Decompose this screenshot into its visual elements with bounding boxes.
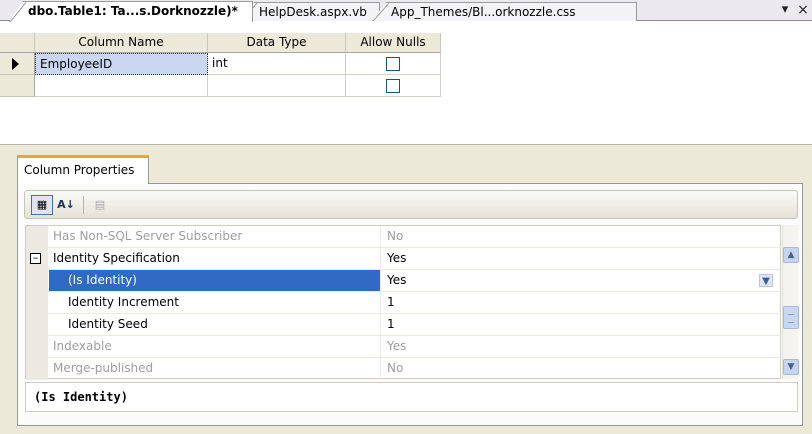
property-name: Identity Increment [49, 292, 381, 313]
tab-edge [10, 2, 26, 22]
tab-app-themes-css[interactable]: App_Themes/Bl...orknozzle.css [372, 2, 637, 21]
property-name: Has Non-SQL Server Subscriber [49, 226, 381, 247]
property-value[interactable]: Yes ▼ [383, 270, 781, 291]
alphabetical-sort-icon[interactable]: A↓ [55, 195, 77, 215]
row-margin [26, 226, 48, 248]
property-row[interactable]: Has Non-SQL Server Subscriber No [26, 226, 782, 248]
property-value[interactable]: 1 [383, 314, 781, 335]
current-row-arrow-icon [12, 58, 19, 70]
allow-nulls-cell [346, 75, 441, 97]
property-name: Merge-published [49, 358, 381, 379]
allow-nulls-checkbox[interactable] [386, 57, 400, 71]
property-name: Indexable [49, 336, 381, 357]
dropdown-arrow-icon[interactable]: ▼ [759, 274, 773, 287]
property-row[interactable]: – Identity Specification Yes [26, 248, 782, 270]
tab-helpdesk-aspx-vb[interactable]: HelpDesk.aspx.vb [240, 2, 380, 21]
property-row[interactable]: Indexable Yes [26, 336, 782, 358]
row-margin [26, 314, 48, 336]
property-name: Identity Specification [49, 248, 381, 269]
tab-label: HelpDesk.aspx.vb [259, 5, 367, 19]
row-margin [26, 270, 48, 292]
property-name: Identity Seed [49, 314, 381, 335]
categorized-icon[interactable]: ▦ [31, 195, 53, 215]
property-value: No [387, 229, 404, 243]
tab-column-properties[interactable]: Column Properties [17, 155, 149, 184]
tab-table-designer[interactable]: dbo.Table1: Ta...s.Dorknozzle)* [9, 1, 253, 22]
property-value-text: Yes [387, 273, 407, 287]
scroll-up-icon[interactable]: ▲ [783, 247, 799, 263]
allow-nulls-checkbox[interactable] [386, 79, 400, 93]
property-name: (Is Identity) [49, 270, 381, 291]
data-type-cell[interactable]: int [208, 53, 346, 75]
property-value[interactable]: 1 [383, 292, 781, 313]
row-selector[interactable] [0, 75, 35, 97]
row-margin [26, 336, 48, 358]
chevron-down-icon[interactable]: ▾ [778, 3, 792, 17]
properties-toolbar: ▦ A↓ ▤ [24, 190, 798, 219]
property-pages-icon[interactable]: ▤ [89, 195, 111, 215]
document-tab-strip: HelpDesk.aspx.vb App_Themes/Bl...orknozz… [0, 0, 812, 22]
property-description-pane: (Is Identity) [25, 382, 798, 412]
tab-label: dbo.Table1: Ta...s.Dorknozzle)* [28, 4, 238, 18]
scrollbar-thumb[interactable] [783, 306, 799, 329]
property-value: Yes [387, 251, 407, 265]
row-selector[interactable] [0, 53, 35, 75]
property-value: Yes [387, 339, 407, 353]
row-margin: – [26, 248, 48, 270]
property-description-title: (Is Identity) [34, 390, 128, 404]
close-icon[interactable]: × [796, 3, 810, 17]
column-header-name[interactable]: Column Name [35, 33, 208, 53]
column-name-cell[interactable] [35, 75, 208, 97]
toolbar-separator [83, 196, 84, 214]
row-header-corner [0, 33, 35, 53]
row-margin [26, 358, 48, 380]
data-type-cell[interactable] [208, 75, 346, 97]
property-row[interactable]: Merge-published No [26, 358, 782, 380]
column-header-data-type[interactable]: Data Type [208, 33, 346, 53]
property-row-selected[interactable]: (Is Identity) Yes ▼ [26, 270, 782, 292]
allow-nulls-cell [346, 53, 441, 75]
column-header-allow-nulls[interactable]: Allow Nulls [346, 33, 441, 53]
tab-label: App_Themes/Bl...orknozzle.css [391, 5, 576, 19]
property-row[interactable]: Identity Seed 1 [26, 314, 782, 336]
row-margin [26, 292, 48, 314]
scroll-down-icon[interactable]: ▼ [783, 359, 799, 375]
property-value: No [387, 361, 404, 375]
property-grid: Has Non-SQL Server Subscriber No – Ident… [25, 225, 782, 380]
vertical-scrollbar[interactable]: ▲ ▼ [782, 225, 799, 379]
column-name-cell[interactable]: EmployeeID [35, 53, 208, 75]
collapse-icon[interactable]: – [30, 252, 41, 264]
property-row[interactable]: Identity Increment 1 [26, 292, 782, 314]
